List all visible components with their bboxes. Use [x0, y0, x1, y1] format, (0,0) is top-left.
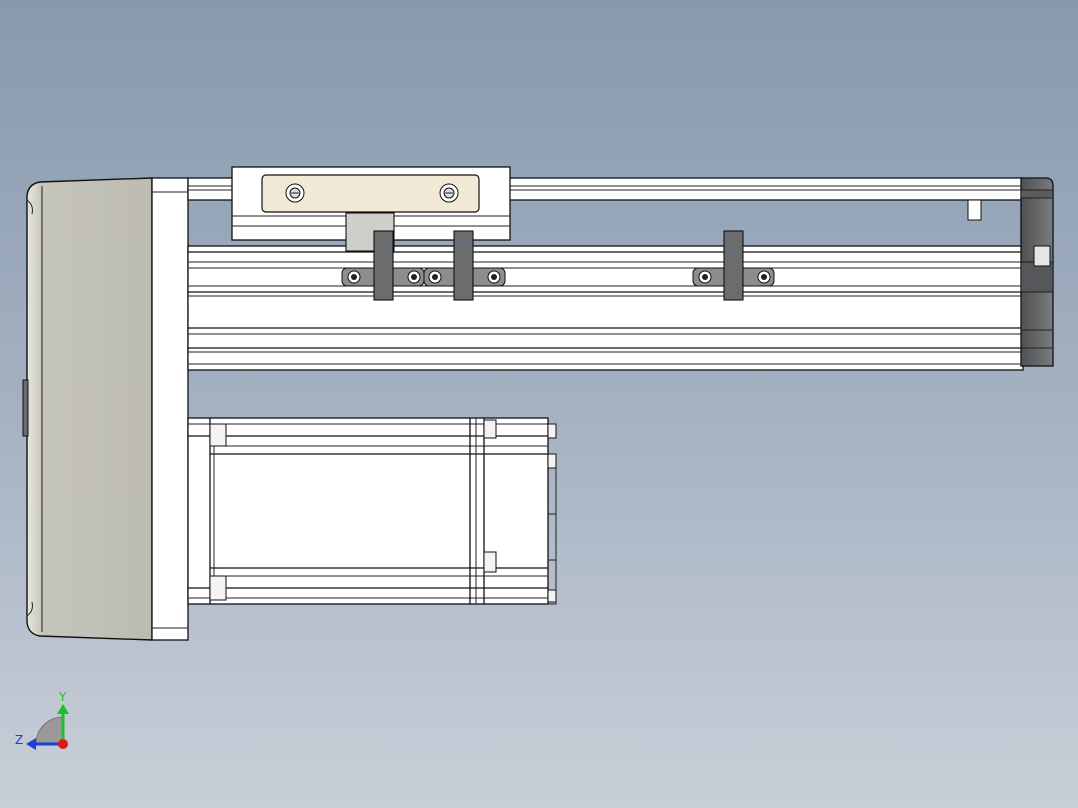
aluminum-profile — [187, 245, 1024, 371]
clamp-3 — [723, 230, 744, 301]
clamp-2 — [453, 230, 474, 301]
x-axis-dot — [58, 739, 68, 749]
triad-quadrant-shape — [35, 716, 64, 745]
motor-cover — [22, 177, 153, 641]
clamp-1 — [373, 230, 394, 301]
coordinate-triad[interactable]: Y Z — [15, 690, 69, 750]
carriage-bolt-left — [285, 183, 305, 203]
triad-y-label: Y — [58, 690, 67, 704]
stepper-motor — [187, 417, 557, 605]
carriage-bolt-right — [439, 183, 459, 203]
cad-viewport[interactable]: Y Z — [0, 0, 1078, 808]
end-cap — [1020, 177, 1054, 367]
triad-z-label: Z — [15, 733, 23, 747]
y-axis-arrowhead — [57, 704, 69, 714]
actuator-model[interactable]: Y Z — [0, 0, 1078, 808]
z-axis-arrowhead — [26, 738, 36, 750]
